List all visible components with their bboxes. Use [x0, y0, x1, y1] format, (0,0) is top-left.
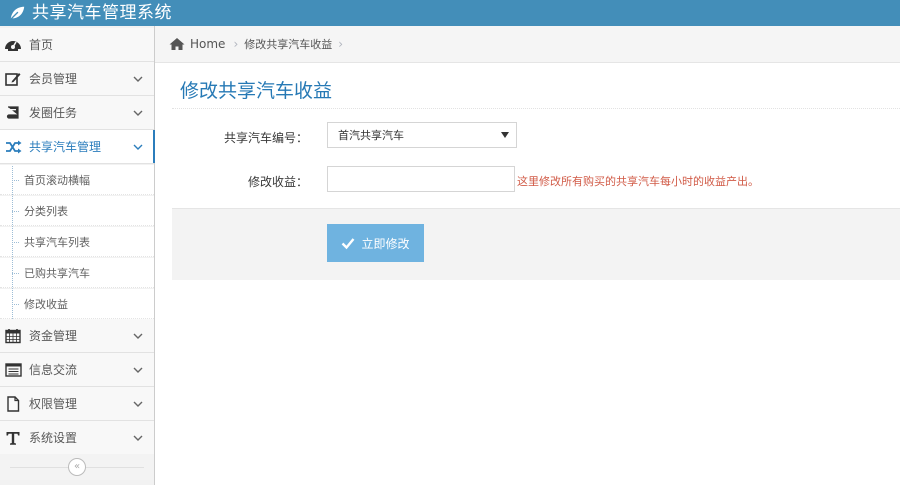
sidebar-item-members[interactable]: 会员管理: [0, 62, 154, 96]
sidebar-item-label: 系统设置: [29, 431, 78, 445]
submenu-tree-dash: [12, 273, 19, 274]
app-title[interactable]: 共享汽车管理系统: [32, 0, 172, 26]
breadcrumb-separator: ›: [233, 37, 239, 51]
sidebar-item-settings[interactable]: 系统设置: [0, 421, 154, 455]
submenu-item-label: 已购共享汽车: [24, 266, 90, 280]
car-number-select[interactable]: 首汽共享汽车: [327, 122, 517, 148]
chevron-down-icon: [133, 435, 143, 441]
form-actions: [172, 208, 900, 280]
text-icon: [3, 428, 23, 448]
breadcrumb-separator: ›: [338, 37, 344, 51]
caret-down-icon: [501, 132, 509, 138]
submenu-item-purchased[interactable]: 已购共享汽车: [0, 258, 154, 288]
submenu-item-label: 分类列表: [24, 204, 68, 218]
submenu-tree-dash: [12, 211, 19, 212]
sidebar-item-label: 首页: [29, 38, 54, 52]
sidebar-collapse-button[interactable]: «: [68, 458, 86, 476]
submit-button[interactable]: 立即修改: [327, 224, 424, 262]
double-chevron-left-icon: «: [73, 461, 81, 472]
submenu-tree-dash: [12, 304, 19, 305]
submenu-item-modify-income[interactable]: 修改收益: [0, 289, 154, 319]
sidebar-item-label: 共享汽车管理: [29, 140, 102, 154]
income-input[interactable]: [327, 166, 515, 192]
car-number-label: 共享汽车编号：: [223, 131, 308, 145]
submenu-item-label: 修改收益: [24, 297, 68, 311]
list-icon: [3, 360, 23, 380]
sidebar-item-tasks[interactable]: 发圈任务: [0, 96, 154, 130]
chevron-down-icon: [133, 144, 143, 150]
submit-button-label: 立即修改: [361, 236, 410, 251]
submenu-item-label: 首页滚动横幅: [24, 173, 90, 187]
breadcrumb: Home › 修改共享汽车收益 ›: [155, 26, 900, 63]
chevron-down-icon: [133, 401, 143, 407]
chevron-down-icon: [133, 110, 143, 116]
sidebar-item-car-management[interactable]: 共享汽车管理: [0, 130, 155, 164]
leaf-icon: [10, 6, 25, 20]
car-number-selected-value: 首汽共享汽车: [338, 129, 404, 142]
edit-icon: [3, 69, 23, 89]
breadcrumb-current: 修改共享汽车收益: [244, 38, 333, 51]
sidebar-item-label: 信息交流: [29, 363, 78, 377]
sidebar-item-finance[interactable]: 资金管理: [0, 319, 154, 353]
calendar-icon: [3, 326, 23, 346]
sidebar-item-messages[interactable]: 信息交流: [0, 353, 154, 387]
submenu-item-car-list[interactable]: 共享汽车列表: [0, 227, 154, 257]
top-navbar: 共享汽车管理系统: [0, 0, 900, 26]
sidebar-item-label: 发圈任务: [29, 106, 78, 120]
sidebar-item-label: 资金管理: [29, 329, 78, 343]
sidebar-item-permissions[interactable]: 权限管理: [0, 387, 154, 421]
sidebar-item-label: 权限管理: [29, 397, 78, 411]
submenu-item-label: 共享汽车列表: [24, 235, 90, 249]
chevron-down-icon: [133, 367, 143, 373]
breadcrumb-home-link[interactable]: Home: [190, 37, 225, 51]
submenu-tree-dash: [12, 242, 19, 243]
check-icon: [342, 238, 355, 250]
sidebar-item-home[interactable]: 首页: [0, 28, 154, 62]
shuffle-icon: [3, 137, 23, 157]
sidebar-collapse-bar: «: [0, 454, 154, 480]
income-label: 修改收益：: [247, 175, 308, 189]
income-help-text: 这里修改所有购买的共享汽车每小时的收益产出。: [517, 175, 759, 188]
sidebar-item-label: 会员管理: [29, 72, 78, 86]
sidebar: 首页 会员管理 发圈任务 共享汽车管理 首页滚动横幅 分类列表 共享汽车列表 已…: [0, 26, 155, 485]
submenu-item-banner[interactable]: 首页滚动横幅: [0, 165, 154, 195]
submenu-tree-dash: [12, 180, 19, 181]
chevron-down-icon: [133, 333, 143, 339]
title-divider: [172, 108, 900, 109]
book-icon: [3, 103, 23, 123]
home-icon: [169, 38, 185, 50]
chevron-down-icon: [133, 76, 143, 82]
dashboard-icon: [3, 35, 23, 55]
page-title: 修改共享汽车收益: [180, 80, 333, 102]
submenu-item-categories[interactable]: 分类列表: [0, 196, 154, 226]
file-icon: [3, 394, 23, 414]
